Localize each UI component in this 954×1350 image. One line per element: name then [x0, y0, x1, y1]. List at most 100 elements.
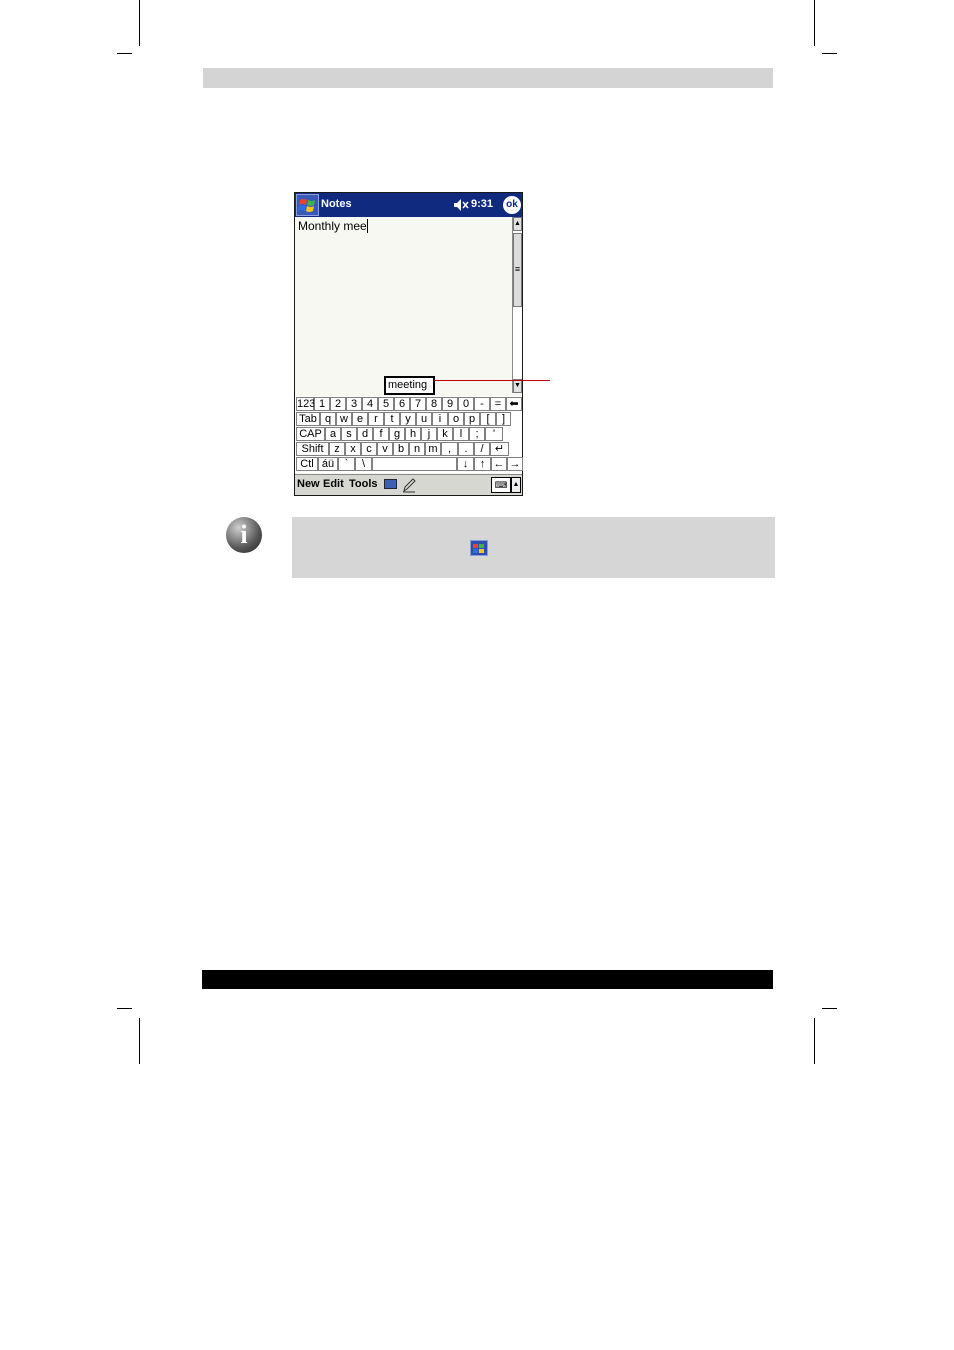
menu-new[interactable]: New — [297, 478, 320, 490]
key[interactable]: e — [352, 412, 368, 426]
key[interactable]: d — [357, 427, 373, 441]
key[interactable]: ] — [496, 412, 511, 426]
key[interactable]: s — [341, 427, 357, 441]
key[interactable]: áü — [318, 457, 338, 471]
key[interactable]: y — [400, 412, 416, 426]
key[interactable]: = — [490, 397, 506, 411]
page-header-bar — [203, 68, 773, 88]
recording-icon[interactable] — [384, 479, 397, 489]
pen-icon[interactable] — [402, 477, 416, 498]
key[interactable]: w — [336, 412, 352, 426]
text-cursor — [366, 219, 368, 233]
key[interactable]: ↓ — [457, 457, 474, 471]
space-key[interactable] — [372, 457, 457, 471]
start-button[interactable] — [296, 194, 319, 216]
key[interactable]: ` — [338, 457, 355, 471]
key[interactable]: n — [409, 442, 425, 456]
key[interactable]: a — [325, 427, 341, 441]
key[interactable]: 123 — [296, 397, 315, 411]
crop-mark-bottom-right-v — [814, 1018, 815, 1064]
info-icon: i — [226, 517, 262, 553]
key[interactable]: → — [507, 457, 523, 471]
key[interactable]: 1 — [314, 397, 330, 411]
key[interactable]: c — [361, 442, 377, 456]
app-title: Notes — [321, 198, 352, 210]
key[interactable]: 9 — [442, 397, 458, 411]
key[interactable]: f — [373, 427, 389, 441]
key[interactable]: k — [437, 427, 453, 441]
key[interactable]: ' — [485, 427, 503, 441]
key[interactable]: 5 — [378, 397, 394, 411]
key[interactable]: [ — [480, 412, 496, 426]
key[interactable]: ↵ — [490, 442, 509, 456]
key[interactable]: - — [474, 397, 490, 411]
key[interactable]: 2 — [330, 397, 346, 411]
clock[interactable]: 9:31 — [471, 198, 493, 210]
key[interactable]: q — [320, 412, 336, 426]
key[interactable]: \ — [355, 457, 372, 471]
note-text-area[interactable]: Monthly mee — [295, 217, 512, 393]
crop-mark-bottom-right-h — [822, 1008, 837, 1009]
key[interactable]: p — [464, 412, 480, 426]
speaker-muted-icon[interactable] — [453, 198, 469, 215]
note-box — [292, 517, 775, 578]
key[interactable]: x — [345, 442, 361, 456]
key[interactable]: Shift — [296, 442, 329, 456]
key[interactable]: m — [425, 442, 441, 456]
key[interactable]: b — [393, 442, 409, 456]
keyboard-row: 123 1 2 3 4 5 6 7 8 9 0- = ⬅ — [295, 397, 522, 412]
key[interactable]: / — [474, 442, 490, 456]
key[interactable]: Ctl — [296, 457, 318, 471]
key[interactable]: 7 — [410, 397, 426, 411]
input-selector-arrow-icon[interactable]: ▲ — [511, 477, 521, 493]
key[interactable]: ⬅ — [506, 397, 522, 411]
key[interactable]: v — [377, 442, 393, 456]
key[interactable]: ; — [469, 427, 485, 441]
key[interactable]: g — [389, 427, 405, 441]
key[interactable]: 0 — [458, 397, 474, 411]
key[interactable]: . — [458, 442, 474, 456]
crop-mark-top-right-h — [822, 53, 837, 54]
menu-edit[interactable]: Edit — [323, 478, 344, 490]
start-menu-icon — [470, 540, 488, 556]
key[interactable]: 3 — [346, 397, 362, 411]
key[interactable]: u — [416, 412, 432, 426]
key[interactable]: ↑ — [474, 457, 491, 471]
crop-mark-bottom-left-h — [117, 1008, 132, 1009]
key[interactable]: Tab — [296, 412, 320, 426]
keyboard-row: Ctl áü ` \ ↓ ↑ ← → — [295, 457, 523, 472]
key[interactable]: z — [329, 442, 345, 456]
key[interactable]: l — [453, 427, 469, 441]
vertical-scrollbar[interactable]: ▲ ≡ ▼ — [512, 217, 522, 393]
page-footer-bar — [202, 970, 773, 989]
menu-bar: New Edit Tools ⌨ ▲ — [295, 474, 522, 495]
crop-mark-top-left-h — [117, 53, 132, 54]
menu-tools[interactable]: Tools — [349, 478, 378, 490]
scroll-up-arrow-icon[interactable]: ▲ — [513, 217, 522, 231]
word-suggestion[interactable]: meeting — [384, 376, 435, 395]
soft-keyboard: 123 1 2 3 4 5 6 7 8 9 0- = ⬅ Tab q w e r t y u i o p[] CAP a s d f g h… — [295, 396, 523, 473]
keyboard-icon[interactable]: ⌨ — [491, 477, 511, 493]
keyboard-row: Shift z x c v b n m,. / ↵ — [295, 442, 522, 457]
key[interactable]: h — [405, 427, 421, 441]
key[interactable]: t — [384, 412, 400, 426]
scroll-down-arrow-icon[interactable]: ▼ — [513, 379, 522, 393]
key[interactable]: , — [441, 442, 458, 456]
key[interactable]: i — [432, 412, 448, 426]
key[interactable]: CAP — [296, 427, 325, 441]
key[interactable]: 8 — [426, 397, 442, 411]
key[interactable]: ← — [491, 457, 507, 471]
crop-mark-top-right-v — [814, 0, 815, 46]
key[interactable]: j — [421, 427, 437, 441]
callout-line — [434, 380, 550, 381]
scroll-thumb[interactable]: ≡ — [513, 233, 522, 307]
crop-mark-bottom-left-v — [139, 1018, 140, 1064]
note-text: Monthly mee — [298, 219, 367, 233]
key[interactable]: r — [368, 412, 384, 426]
key[interactable]: 4 — [362, 397, 378, 411]
pocketpc-screen: Notes 9:31 ok Monthly mee ▲ ≡ ▼ meeting … — [294, 192, 523, 496]
note-content: Monthly mee — [298, 219, 368, 233]
ok-button[interactable]: ok — [503, 196, 521, 214]
key[interactable]: o — [448, 412, 464, 426]
key[interactable]: 6 — [394, 397, 410, 411]
